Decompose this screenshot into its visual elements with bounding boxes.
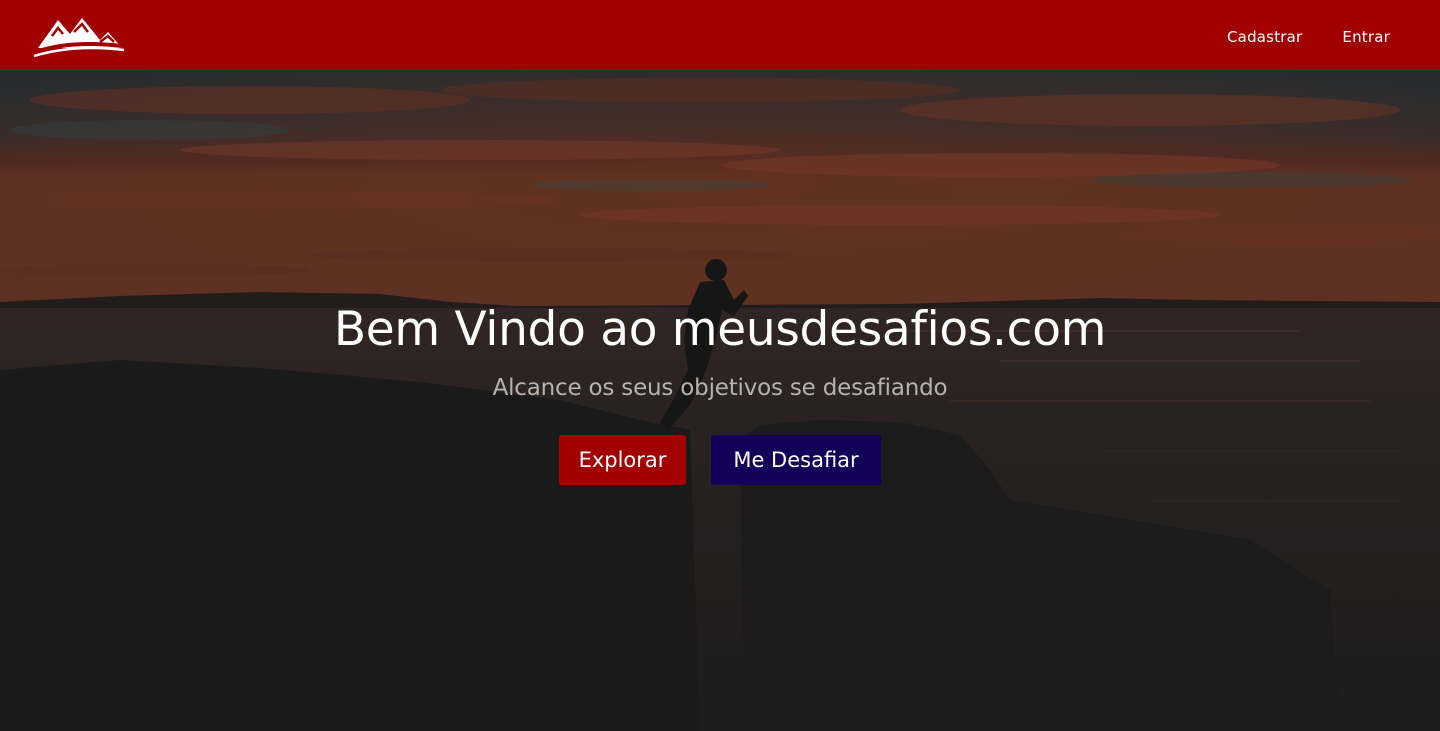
nav-links: Cadastrar Entrar [1227,0,1390,70]
hero-buttons: Explorar Me Desafiar [0,435,1440,485]
hero-content: Bem Vindo ao meusdesafios.com Alcance os… [0,306,1440,485]
mountains-logo-icon[interactable] [30,10,126,60]
explore-button[interactable]: Explorar [559,435,686,485]
challenge-me-button[interactable]: Me Desafiar [711,435,881,485]
hero-subtitle: Alcance os seus objetivos se desafiando [492,375,948,401]
navbar: Cadastrar Entrar [0,0,1440,70]
nav-link-entrar[interactable]: Entrar [1342,24,1390,46]
nav-link-cadastrar[interactable]: Cadastrar [1227,24,1302,46]
hero-section: Bem Vindo ao meusdesafios.com Alcance os… [0,70,1440,731]
hero-title: Bem Vindo ao meusdesafios.com [333,302,1107,357]
